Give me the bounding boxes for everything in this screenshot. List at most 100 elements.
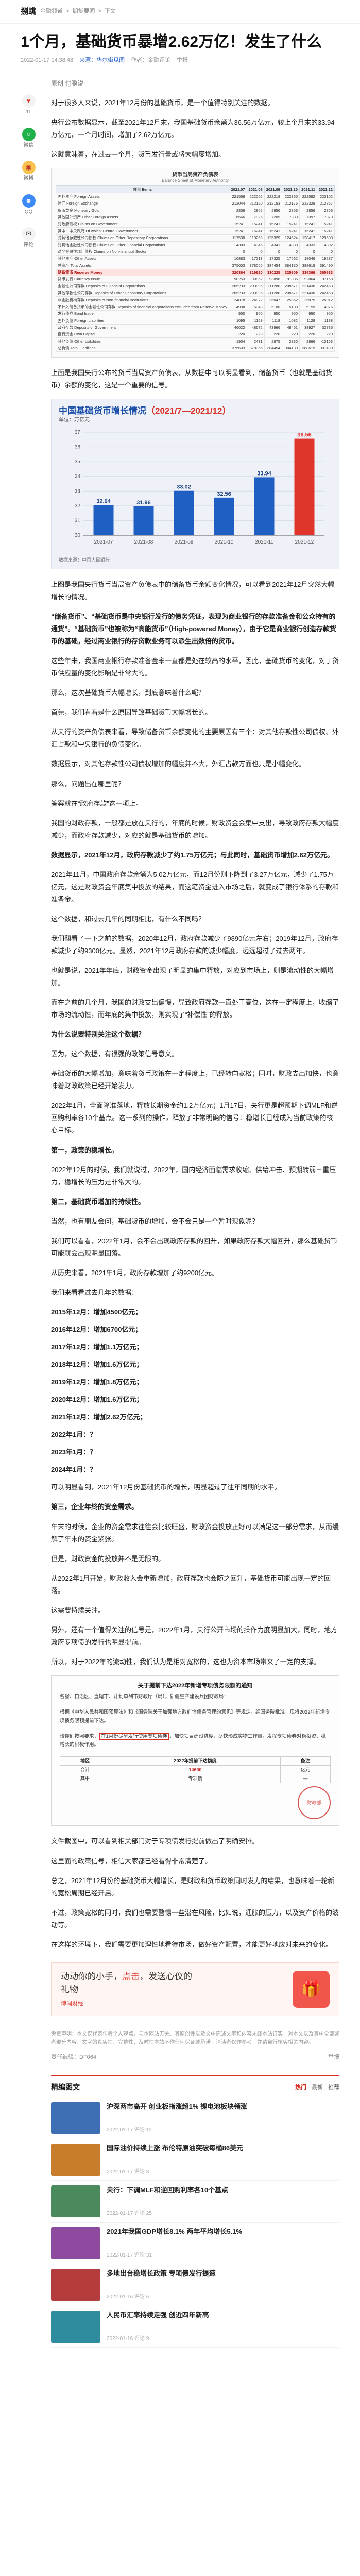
document-table-header-cell: 地区 — [59, 1756, 111, 1766]
table-cell: 46022 — [229, 324, 247, 331]
table-cell: 129608 — [316, 234, 335, 242]
balance-sheet-figure: 货币当局资产负债表 Balance Sheet of Monetary Auth… — [51, 167, 339, 358]
paragraph: “储备货币”、“基础货币是中央银行发行的债务凭证，表现为商业银行的存款准备金和公… — [51, 613, 336, 646]
table-cell: 国外资产 Foreign Assets — [55, 193, 230, 200]
table-cell: 国外负债 Foreign Liabilities — [55, 317, 230, 325]
table-cell: 外汇 Foreign Exchange — [55, 199, 230, 208]
table-header-cell: 2021.09 — [264, 185, 282, 194]
gift-promo-banner[interactable]: 动动你的小手，点击，发送心仪的 礼物 博闻财经 🎁 — [51, 1962, 339, 2017]
news-thumbnail[interactable] — [51, 2227, 100, 2260]
y-tick-label: 34 — [75, 474, 81, 480]
bar — [254, 477, 275, 536]
table-cell: 211280 — [264, 289, 282, 297]
document-table-header: 地区 2022年提前下达额度 备注 — [59, 1756, 331, 1766]
paragraph: 数据显示，对其他存款性公司债权增加的幅度并不大，外汇占款方面也只是小幅变化。 — [51, 760, 306, 768]
news-info: 2021年我国GDP增长8.1% 两年平均增长5.1% 2022-01-17 评论… — [107, 2227, 339, 2259]
qq-share-button[interactable]: ☻ QQ — [22, 194, 36, 217]
tab-recommended[interactable]: 推荐 — [328, 2082, 339, 2093]
paragraph: 那么，这次基础货币大幅增长，到底意味着什么呢？ — [51, 689, 205, 697]
paragraph: 首先，我们看看是什么原因导致基础货币大幅增长的。 — [51, 708, 212, 717]
table-cell: 储备货币 Reserve Money — [55, 268, 230, 276]
news-item[interactable]: 央行：下调MLF和逆回购利率各10个基点 2022-01-17 评论 25 — [51, 2181, 339, 2223]
table-cell: 220 — [316, 330, 335, 338]
base-money-bar-chart: 30 31 32 33 34 35 36 37 32.04 2021-07 31.96 2021-08… — [75, 430, 324, 545]
wechat-share-button[interactable]: ○ 微信 — [22, 127, 36, 151]
paragraph: 另外，还有一个值得关注的信号是，2022年1月，央行公开市场的操作力度明显加大，… — [51, 1625, 338, 1646]
tab-latest[interactable]: 最新 — [312, 2082, 323, 2093]
like-button[interactable]: ♥ 11 — [22, 94, 36, 117]
tab-hot[interactable]: 热门 — [295, 2082, 306, 2093]
table-cell: 5188 — [281, 303, 300, 311]
table-cell: 2856 — [281, 207, 300, 214]
news-thumbnail[interactable] — [51, 2311, 100, 2343]
breadcrumb-item-0[interactable]: 金融频道 — [40, 6, 63, 16]
table-body: 国外资产 Foreign Assets 221566 222002 222218 222… — [55, 193, 335, 352]
news-thumbnail[interactable] — [51, 2269, 100, 2301]
gift-icon[interactable]: 🎁 — [293, 1971, 330, 2008]
publish-time: 2022-01-17 14:38:48 — [21, 57, 74, 63]
document-card: 关于提前下达2022年新增专项债务限额的通知 各省、自治区、直辖市、计划单列市财… — [51, 1675, 339, 1826]
bar — [174, 491, 194, 536]
document-seal-area: 财政部 — [60, 1786, 331, 1820]
news-title[interactable]: 国际油价持续上涨 布伦特原油突破每桶86美元 — [107, 2144, 339, 2154]
table-cell: 对政府债权 Claims on Government — [55, 220, 230, 228]
paragraph: 对于很多人来说，2021年12月份的基础货币，是一个值得特别关注的数据。 — [51, 98, 275, 107]
table-cell: 15241 — [316, 220, 335, 228]
table-cell: 1138 — [316, 317, 335, 325]
news-title[interactable]: 沪深两市高开 创业板指涨超1% 锂电池板块领涨 — [107, 2102, 339, 2112]
site-logo[interactable]: 捌跳 — [21, 5, 36, 19]
news-item[interactable]: 人民币汇率持续走强 创近四年新高 2022-01-16 评论 9 — [51, 2306, 339, 2348]
chart-card: 中国基础货币增长情况（2021/7—2021/12） 单位：万亿元 30 31 32… — [51, 399, 339, 569]
table-cell: 15241 — [264, 227, 282, 235]
table-cell: 391490 — [316, 262, 335, 269]
qq-label: QQ — [24, 209, 33, 215]
promo-line-1: 动动你的小手，点击，发送心仪的 — [61, 1970, 192, 1984]
responsible-editor: 责任编辑：DF064 — [51, 2054, 97, 2061]
news-meta: 2022-01-17 评论 12 — [107, 2127, 152, 2133]
table-row: 对政府债权 Claims on Government 15241 15241 1524… — [55, 220, 335, 228]
breadcrumb-item-1[interactable]: 期货要闻 — [72, 6, 95, 16]
table-cell: 对其他金融性公司债权 Claims on Other Financial Cor… — [55, 241, 230, 249]
comment-button[interactable]: ✉ 评论 — [22, 227, 36, 250]
article-meta: 2022-01-17 14:38:48 来源：华尔街见闻 作者：金融评论 举报 — [0, 54, 360, 65]
table-row: 总资产 Total Assets 375603 378065 384454 384130… — [55, 262, 335, 269]
news-item[interactable]: 国际油价持续上涨 布伦特原油突破每桶86美元 2022-01-17 评论 8 — [51, 2139, 339, 2181]
document-table-row: 其中 专项债 — — [59, 1774, 331, 1784]
article-author: 作者：金融评论 — [131, 57, 171, 63]
news-thumbnail[interactable] — [51, 2144, 100, 2176]
table-cell: 其他负债 Other Liabilities — [55, 337, 230, 345]
article-source[interactable]: 来源：华尔街见闻 — [79, 55, 125, 65]
breadcrumb: 金融频道 > 期货要闻 > 正文 — [40, 6, 116, 16]
table-cell: 不计入储备货币的金融性公司存款 Deposits of financial co… — [55, 303, 230, 311]
news-item[interactable]: 多地出台稳增长政策 专项债发行提速 2022-01-16 评论 6 — [51, 2264, 339, 2307]
news-thumbnail[interactable] — [51, 2102, 100, 2134]
table-cell: 7026 — [246, 213, 265, 221]
news-item[interactable]: 2021年我国GDP增长8.1% 两年平均增长5.1% 2022-01-17 评论… — [51, 2223, 339, 2265]
news-title[interactable]: 多地出台稳增长政策 专项债发行提速 — [107, 2269, 339, 2279]
promo-text: 动动你的小手， — [61, 1971, 122, 1981]
paragraph: 我们来看看过去几年的数据： — [51, 1288, 139, 1296]
news-item[interactable]: 沪深两市高开 创业板指涨超1% 锂电池板块领涨 2022-01-17 评论 12 — [51, 2097, 339, 2140]
paragraph: 这里面的政策信号，相信大家都已经看得非常清楚了。 — [51, 1857, 212, 1865]
table-cell: 124624 — [281, 234, 300, 242]
weibo-share-button[interactable]: ◉ 微博 — [22, 161, 36, 184]
table-row: 货币黄金 Monetary Gold 2856 2856 2856 2856 2856 28… — [55, 207, 335, 214]
table-cell: 2856 — [316, 207, 335, 214]
document-paragraph: 根据《中华人民共和国预算法》和《国务院关于加强地方政府性债务管理的意见》等规定，… — [60, 1709, 330, 1724]
paragraph: 我国的财政存款，一般都是放在央行的，年底的时候，财政资金会集中支出，导致政府存款… — [51, 819, 339, 839]
news-title[interactable]: 央行：下调MLF和逆回购利率各10个基点 — [107, 2185, 339, 2195]
report-link-bottom[interactable]: 举报 — [328, 2052, 339, 2062]
news-thumbnail[interactable] — [51, 2185, 100, 2218]
table-cell: 发行债券 Bond Issue — [55, 310, 230, 318]
table-cell: 15241 — [316, 227, 335, 235]
report-link[interactable]: 举报 — [177, 55, 188, 65]
news-title[interactable]: 人民币汇率持续走强 创近四年新高 — [107, 2311, 339, 2320]
table-cell: 325609 — [281, 268, 300, 276]
paragraph: 总之，2021年12月份的基础货币大幅增长，是财政和货币政策同时发力的结果，也意… — [51, 1876, 335, 1897]
date-item: 2015年12月：增加4500亿元； — [51, 1308, 142, 1316]
official-seal: 财政部 — [298, 1786, 331, 1820]
table-cell: 365633 — [316, 268, 335, 276]
news-title[interactable]: 2021年我国GDP增长8.1% 两年平均增长5.1% — [107, 2227, 339, 2237]
table-cell: 90852 — [246, 275, 265, 283]
paragraph: 2022年1月，全面降准落地，释放长期资金约1.2万亿元；1月17日，央行更是超… — [51, 1101, 338, 1134]
